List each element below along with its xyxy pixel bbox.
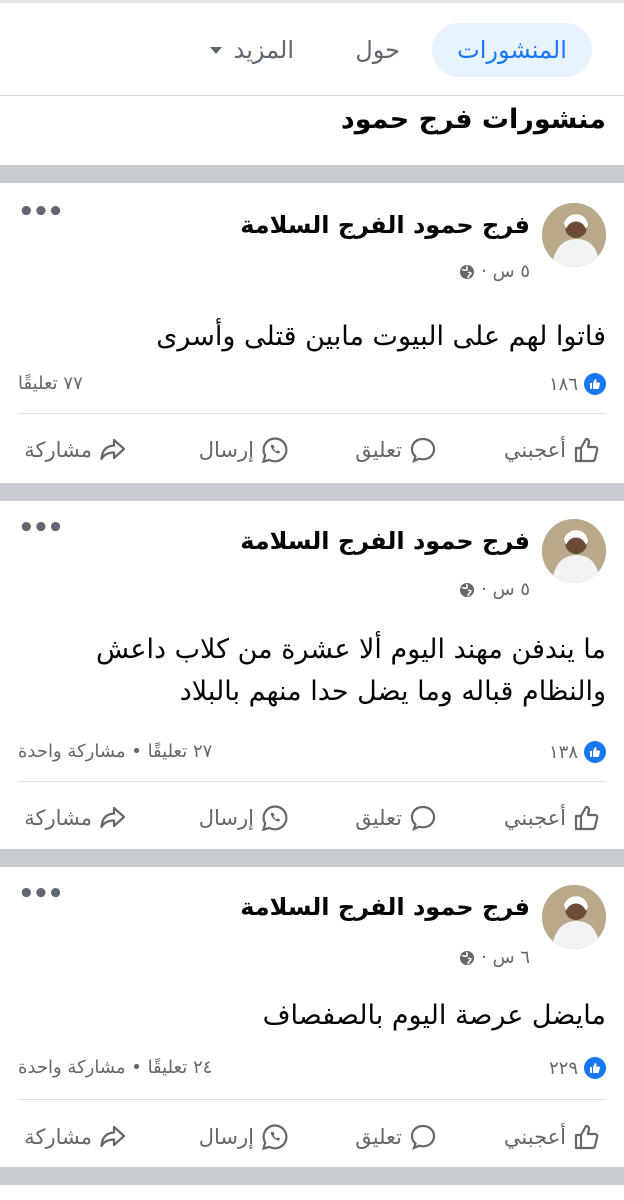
section-title: منشورات فرج حمود <box>340 104 606 135</box>
tab-more[interactable]: المزيد <box>209 23 294 77</box>
tab-about[interactable]: حول <box>355 23 400 77</box>
more-dots-icon[interactable]: ••• <box>18 513 64 543</box>
divider <box>18 1099 606 1100</box>
action-bar: أعجبني تعليق إرسال مشاركة <box>0 430 624 470</box>
like-button[interactable]: أعجبني <box>504 430 602 470</box>
likes-count: ١٨٦ <box>548 373 578 395</box>
action-bar: أعجبني تعليق إرسال مشاركة <box>0 1117 624 1157</box>
comment-bubble-icon <box>410 437 436 464</box>
whatsapp-icon <box>261 805 288 832</box>
like-badge-icon <box>584 741 606 763</box>
post-card: فرج حمود الفرج السلامة ٥ س · ••• فاتوا ل… <box>0 183 624 483</box>
comment-bubble-icon <box>410 1124 436 1151</box>
send-label: إرسال <box>198 806 254 830</box>
post-meta: ٥ س · <box>459 261 530 282</box>
comment-button[interactable]: تعليق <box>355 1117 438 1157</box>
thumbs-up-icon <box>574 1124 599 1150</box>
like-badge-icon <box>584 373 606 395</box>
post-text: مايضل عرصة اليوم بالصفصاف <box>262 1000 606 1031</box>
post-separator <box>0 483 624 501</box>
tab-more-label: المزيد <box>233 36 294 64</box>
like-label: أعجبني <box>503 438 566 462</box>
divider <box>0 95 624 96</box>
more-dots-icon[interactable]: ••• <box>18 879 64 909</box>
whatsapp-icon <box>261 437 288 464</box>
comment-button[interactable]: تعليق <box>355 430 438 470</box>
share-arrow-icon <box>100 1125 126 1148</box>
tab-posts[interactable]: المنشورات <box>432 23 592 77</box>
share-arrow-icon <box>100 806 126 829</box>
caret-down-icon <box>209 46 222 54</box>
post-time[interactable]: ٦ س · <box>481 947 530 968</box>
thumbs-up-icon <box>574 805 599 831</box>
engagement-counts[interactable]: ٢٧ تعليقًا • مشاركة واحدة <box>18 741 212 762</box>
comment-button[interactable]: تعليق <box>355 798 438 838</box>
comment-label: تعليق <box>355 806 402 830</box>
post-meta: ٦ س · <box>459 947 530 968</box>
share-label: مشاركة <box>24 438 92 462</box>
send-label: إرسال <box>198 438 254 462</box>
post-text: ما يندفن مهند اليوم ألا عشرة من كلاب داع… <box>95 634 606 707</box>
likes-count: ١٣٨ <box>548 741 578 763</box>
comment-label: تعليق <box>355 438 402 462</box>
like-label: أعجبني <box>503 1125 566 1149</box>
post-card: فرج حمود الفرج السلامة ٦ س · ••• مايضل ع… <box>0 867 624 1167</box>
whatsapp-icon <box>261 1124 288 1151</box>
profile-tabs: المنشورات حول المزيد <box>0 20 624 80</box>
share-button[interactable]: مشاركة <box>24 1117 128 1157</box>
globe-icon <box>460 950 475 965</box>
like-badge-icon <box>584 1057 606 1079</box>
post-author[interactable]: فرج حمود الفرج السلامة <box>240 211 530 239</box>
reactions[interactable]: ٢٢٩ <box>549 1057 606 1079</box>
post-author[interactable]: فرج حمود الفرج السلامة <box>240 893 530 921</box>
avatar[interactable] <box>542 203 606 267</box>
avatar[interactable] <box>542 519 606 583</box>
reactions[interactable]: ١٣٨ <box>549 741 606 763</box>
send-button[interactable]: إرسال <box>199 1117 290 1157</box>
send-button[interactable]: إرسال <box>199 430 290 470</box>
engagement-counts[interactable]: ٧٧ تعليقًا <box>18 373 83 394</box>
share-arrow-icon <box>100 438 126 461</box>
post-author[interactable]: فرج حمود الفرج السلامة <box>240 527 530 555</box>
more-dots-icon[interactable]: ••• <box>18 197 64 227</box>
post-card: فرج حمود الفرج السلامة ٥ س · ••• ما يندف… <box>0 501 624 849</box>
like-button[interactable]: أعجبني <box>504 1117 602 1157</box>
share-button[interactable]: مشاركة <box>24 798 128 838</box>
divider <box>18 781 606 782</box>
top-border <box>0 0 624 3</box>
engagement-counts[interactable]: ٢٤ تعليقًا • مشاركة واحدة <box>18 1057 212 1078</box>
post-separator <box>0 849 624 867</box>
post-time[interactable]: ٥ س · <box>481 579 530 600</box>
post-meta: ٥ س · <box>459 579 530 600</box>
post-time[interactable]: ٥ س · <box>481 261 530 282</box>
share-label: مشاركة <box>24 806 92 830</box>
thumbs-up-icon <box>574 437 599 463</box>
share-button[interactable]: مشاركة <box>24 430 128 470</box>
likes-count: ٢٢٩ <box>548 1057 578 1079</box>
send-label: إرسال <box>198 1125 254 1149</box>
like-button[interactable]: أعجبني <box>504 798 602 838</box>
globe-icon <box>460 264 475 279</box>
comment-label: تعليق <box>355 1125 402 1149</box>
avatar[interactable] <box>542 885 606 949</box>
share-label: مشاركة <box>24 1125 92 1149</box>
action-bar: أعجبني تعليق إرسال مشاركة <box>0 798 624 838</box>
globe-icon <box>460 582 475 597</box>
divider <box>18 413 606 414</box>
like-label: أعجبني <box>503 806 566 830</box>
post-separator <box>0 165 624 183</box>
send-button[interactable]: إرسال <box>199 798 290 838</box>
reactions[interactable]: ١٨٦ <box>549 373 606 395</box>
comment-bubble-icon <box>410 805 436 832</box>
post-separator <box>0 1167 624 1185</box>
post-text: فاتوا لهم على البيوت مابين قتلى وأسرى <box>156 321 606 352</box>
